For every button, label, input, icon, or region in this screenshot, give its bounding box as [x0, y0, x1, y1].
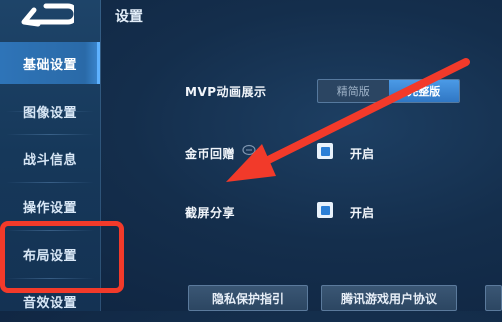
- sidebar-item-image[interactable]: 图像设置: [0, 90, 100, 132]
- coin-return-checkbox[interactable]: [317, 143, 333, 159]
- sidebar-item-label: 基础设置: [22, 57, 77, 73]
- page-title: 设置: [115, 9, 143, 25]
- sidebar-item-basic[interactable]: 基础设置: [0, 42, 100, 84]
- sidebar-item-label: 操作设置: [22, 200, 77, 216]
- user-agreement-button[interactable]: 腾讯游戏用户协议: [321, 285, 457, 311]
- screenshot-share-state: 开启: [350, 206, 375, 220]
- sidebar-item-label: 音效设置: [22, 295, 77, 311]
- privacy-guide-button[interactable]: 隐私保护指引: [188, 285, 308, 311]
- highlight-box: [0, 221, 124, 293]
- back-arrow-icon[interactable]: [12, 0, 74, 30]
- check-icon: [320, 146, 330, 156]
- coin-icon: [242, 144, 256, 156]
- sidebar-item-label: 图像设置: [22, 105, 77, 121]
- screenshot-share-label: 截屏分享: [185, 206, 236, 220]
- mvp-animation-label: MVP动画展示: [185, 85, 267, 99]
- option-full[interactable]: 完整版: [388, 80, 459, 102]
- check-icon: [320, 205, 330, 215]
- divider: [6, 182, 94, 183]
- sidebar-item-battle-info[interactable]: 战斗信息: [0, 137, 100, 179]
- coin-return-label: 金币回赠: [185, 147, 236, 161]
- extra-button[interactable]: [485, 285, 502, 311]
- sidebar-item-label: 战斗信息: [22, 152, 77, 168]
- mvp-animation-toggle: 精简版 完整版: [317, 79, 460, 103]
- option-simple[interactable]: 精简版: [318, 80, 389, 102]
- screenshot-share-checkbox[interactable]: [317, 202, 333, 218]
- divider: [6, 134, 94, 135]
- coin-return-state: 开启: [350, 147, 375, 161]
